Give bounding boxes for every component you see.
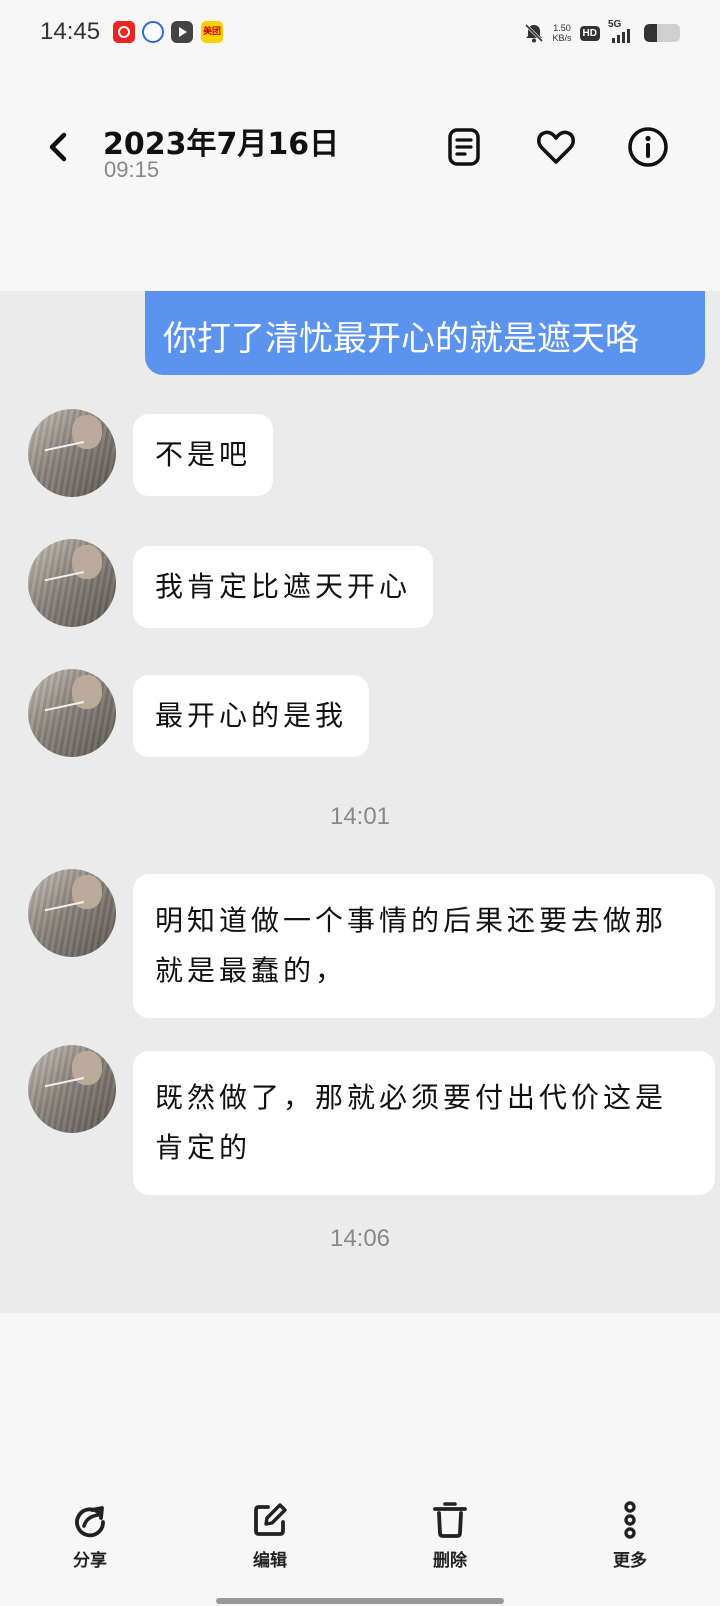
avatar <box>28 1045 116 1133</box>
more-vertical-icon <box>624 1501 636 1539</box>
info-button[interactable] <box>626 125 670 169</box>
avatar <box>28 409 116 497</box>
received-message-bubble: 既然做了，那就必须要付出代价这是肯定的 <box>133 1051 715 1195</box>
chevron-left-icon <box>49 132 67 162</box>
more-button[interactable]: 更多 <box>585 1500 675 1571</box>
home-indicator[interactable] <box>216 1598 504 1604</box>
battery-icon <box>644 24 680 42</box>
video-player-icon <box>171 21 193 43</box>
sent-message-bubble: 你打了清忧最开心的就是遮天咯 <box>145 291 705 375</box>
network-speed: 1.50 KB/s <box>553 23 572 43</box>
chat-screenshot[interactable]: 你打了清忧最开心的就是遮天咯 不是吧 我肯定比遮天开心 最开心的是我 14:01… <box>0 291 720 1313</box>
meituan-icon: 美团 <box>201 21 223 43</box>
avatar <box>28 869 116 957</box>
netease-music-icon <box>113 21 135 43</box>
received-message-bubble: 最开心的是我 <box>133 675 370 757</box>
edit-button[interactable]: 编辑 <box>225 1500 315 1571</box>
favorite-button[interactable] <box>534 125 578 169</box>
status-time: 14:45 <box>40 18 101 45</box>
timestamp: 14:01 <box>329 803 391 830</box>
info-icon <box>628 127 668 167</box>
signal-icon: 5G <box>608 19 636 45</box>
status-indicators: 1.50 KB/s HD 5G <box>523 19 680 46</box>
share-label: 分享 <box>73 1551 107 1571</box>
share-button[interactable]: 分享 <box>45 1500 135 1571</box>
speed-value: 1.50 <box>553 23 571 33</box>
received-message-bubble: 我肯定比遮天开心 <box>133 546 434 628</box>
avatar <box>28 539 116 627</box>
share-icon <box>75 1506 105 1538</box>
edit-icon <box>254 1503 287 1536</box>
more-label: 更多 <box>613 1551 647 1571</box>
back-button[interactable] <box>38 125 78 169</box>
page-subtitle: 09:15 <box>104 157 160 182</box>
baidu-icon <box>142 21 164 43</box>
bottom-toolbar: 分享 编辑 删除 更多 <box>0 1500 720 1580</box>
timestamp: 14:06 <box>329 1225 391 1252</box>
speed-unit: KB/s <box>552 33 572 43</box>
delete-button[interactable]: 删除 <box>405 1500 495 1571</box>
hd-badge: HD <box>579 25 600 41</box>
status-bar: 14:45 美团 1.50 KB/s HD 5G <box>0 0 720 66</box>
notes-button[interactable] <box>442 125 486 169</box>
mute-icon <box>523 22 545 44</box>
notes-icon <box>448 128 480 166</box>
heart-icon <box>537 130 575 164</box>
header: 2023年7月16日 09:15 <box>0 95 720 205</box>
received-message-bubble: 明知道做一个事情的后果还要去做那就是最蠢的， <box>133 874 715 1018</box>
received-message-bubble: 不是吧 <box>133 414 274 496</box>
edit-label: 编辑 <box>253 1551 287 1571</box>
delete-label: 删除 <box>433 1551 467 1571</box>
avatar <box>28 669 116 757</box>
trash-icon <box>433 1502 467 1538</box>
